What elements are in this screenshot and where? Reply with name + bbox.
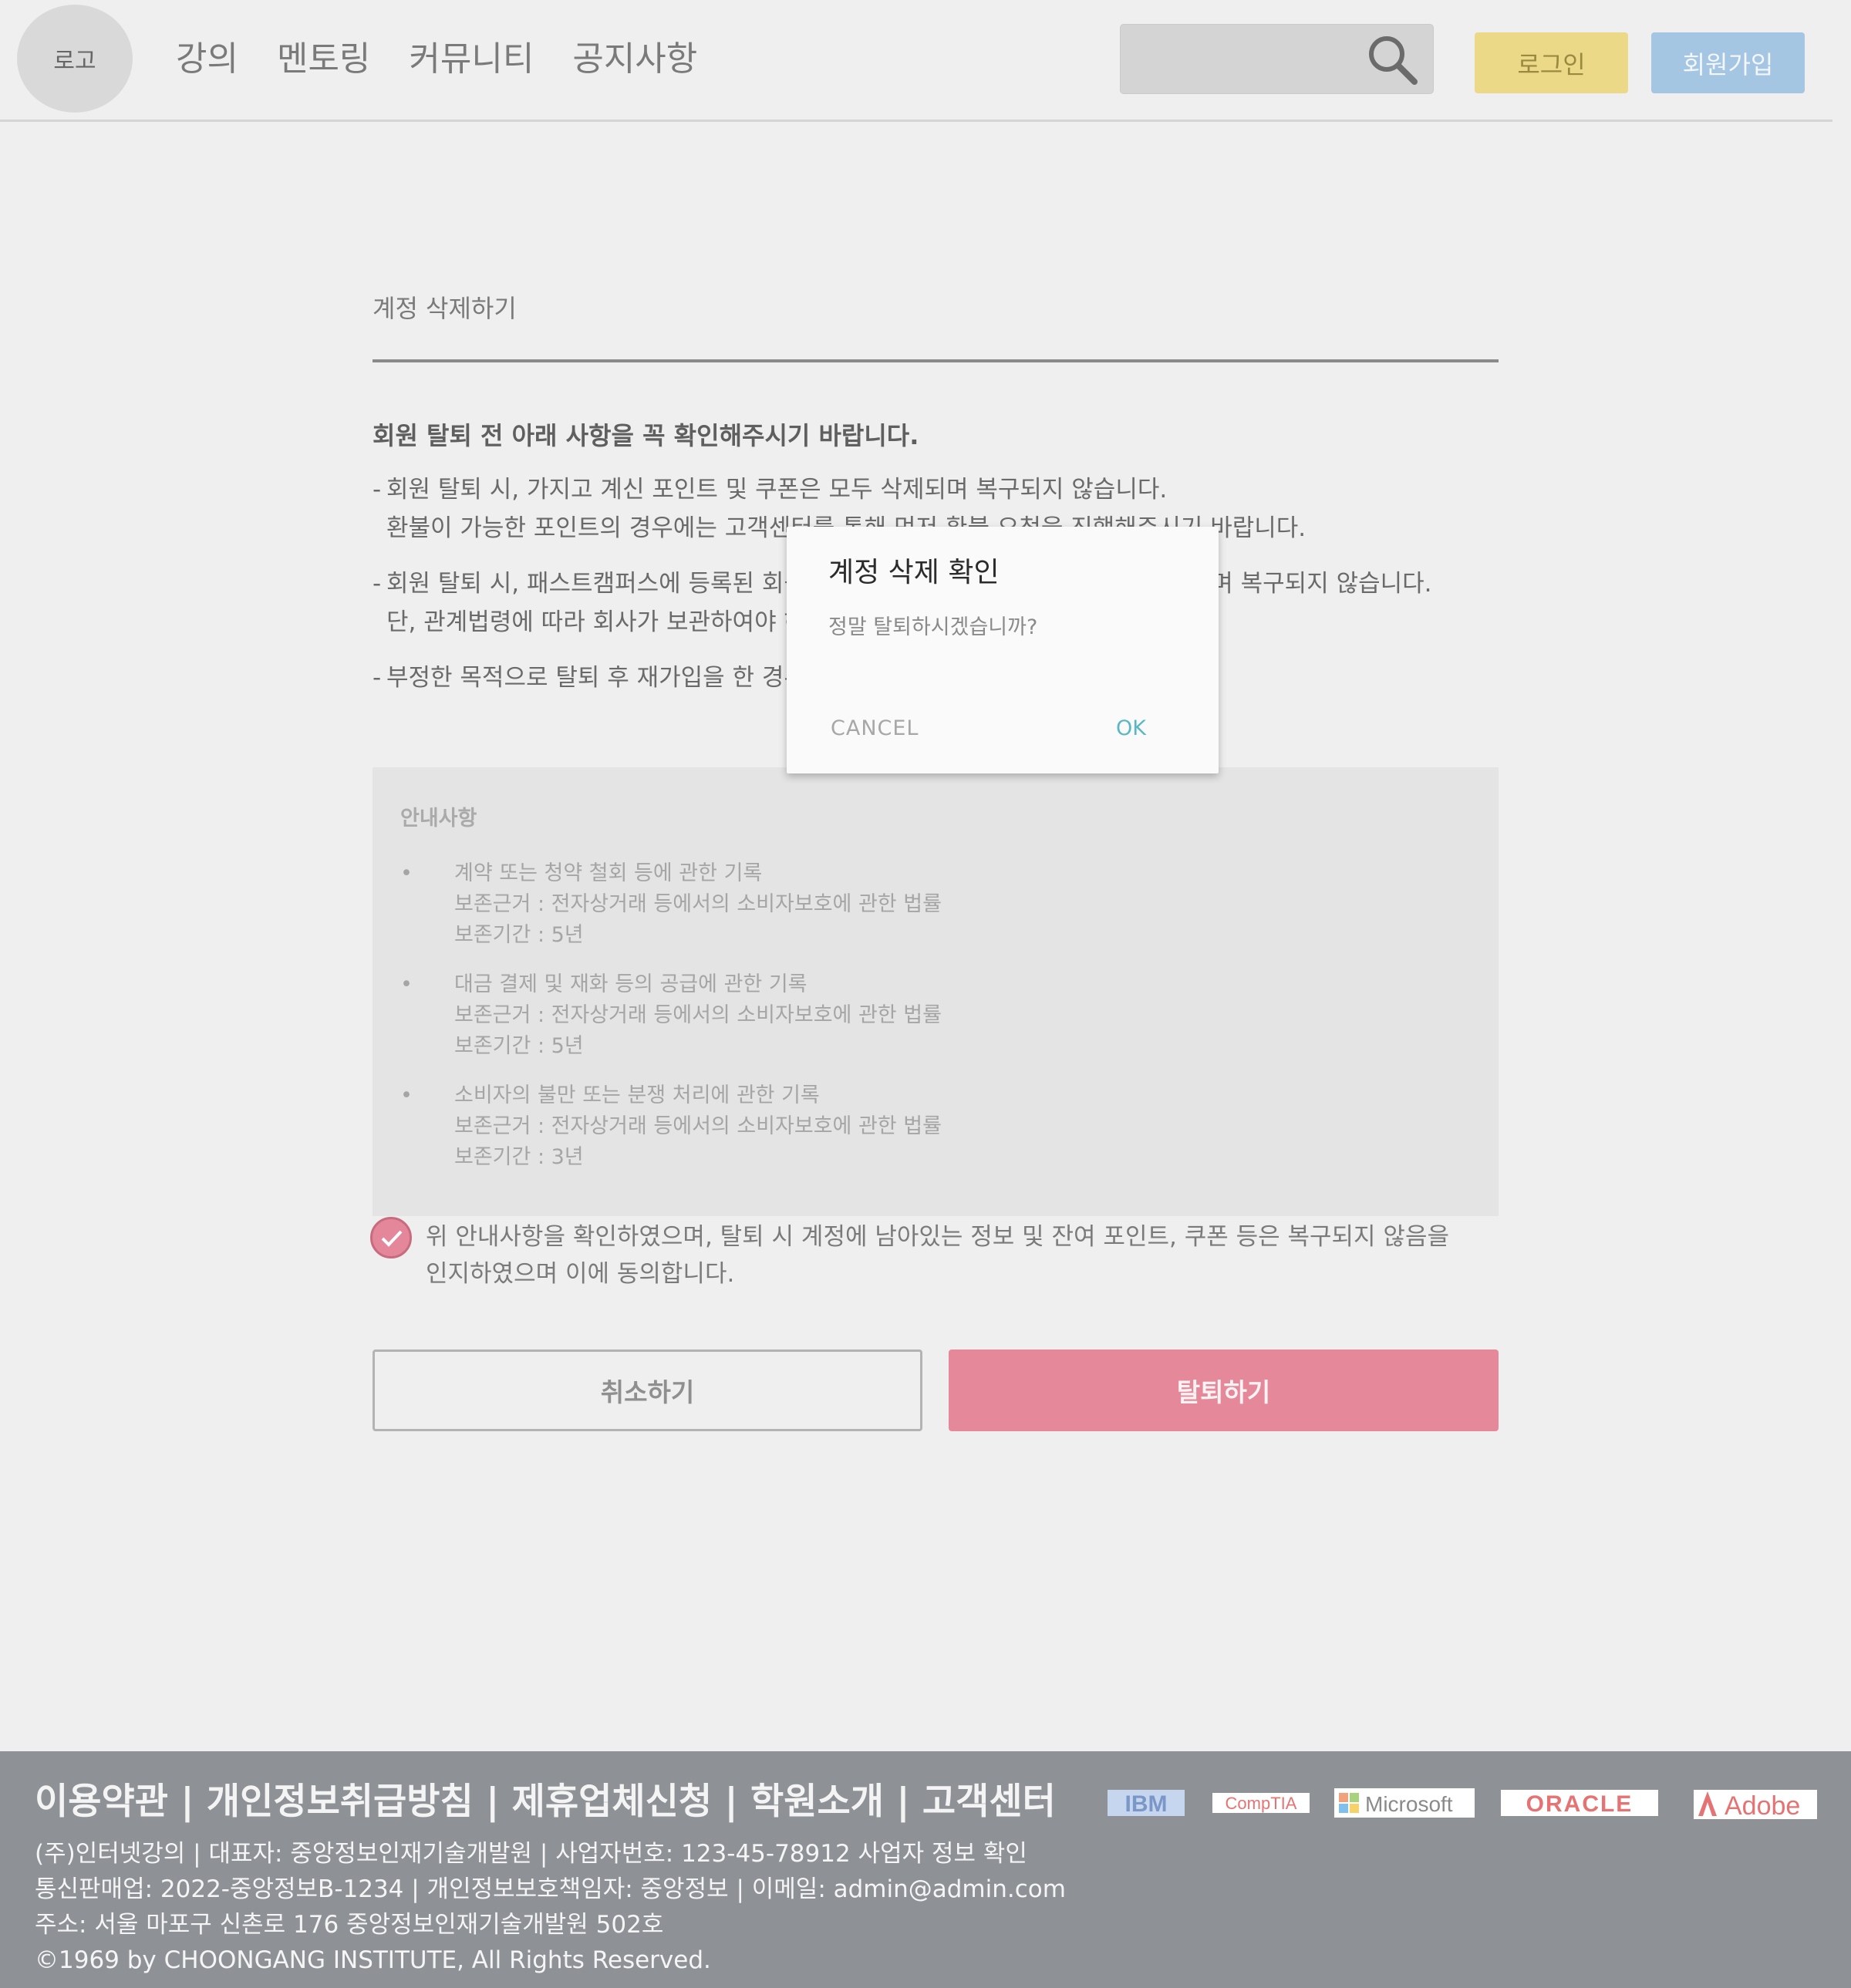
list-item: • 대금 결제 및 재화 등의 공급에 관한 기록 보존근거 : 전자상거래 등… bbox=[400, 969, 942, 1062]
svg-text:Adobe: Adobe bbox=[1725, 1791, 1800, 1821]
site-header: 로고 강의 멘토링 커뮤니티 공지사항 로그인 회원가입 bbox=[0, 0, 1832, 122]
list-item: • 소비자의 불만 또는 분쟁 처리에 관한 기록 보존근거 : 전자상거래 등… bbox=[400, 1080, 942, 1173]
signup-button[interactable]: 회원가입 bbox=[1651, 32, 1805, 93]
svg-text:CompTIA: CompTIA bbox=[1226, 1794, 1297, 1813]
site-footer: 이용약관 | 개인정보취급방침 | 제휴업체신청 | 학원소개 | 고객센터 I… bbox=[0, 1751, 1851, 1988]
info-item-title: 소비자의 불만 또는 분쟁 처리에 관한 기록 bbox=[454, 1083, 820, 1107]
svg-text:ORACLE: ORACLE bbox=[1526, 1791, 1634, 1817]
info-item-period: 보존기간 : 5년 bbox=[454, 1034, 584, 1058]
search-icon[interactable] bbox=[1365, 32, 1419, 86]
title-divider bbox=[373, 359, 1499, 362]
info-item-basis: 보존근거 : 전자상거래 등에서의 소비자보호에 관한 법률 bbox=[454, 1114, 942, 1138]
nav-item-lectures[interactable]: 강의 bbox=[176, 31, 238, 80]
agree-label[interactable]: 위 안내사항을 확인하였으며, 탈퇴 시 계정에 남아있는 정보 및 잔여 포인… bbox=[426, 1218, 1505, 1292]
dialog-title: 계정 삭제 확인 bbox=[828, 557, 1000, 588]
footer-company-info: (주)인터넷강의 | 대표자: 중앙정보인재기술개발원 | 사업자번호: 123… bbox=[35, 1836, 1066, 1978]
info-item-basis: 보존근거 : 전자상거래 등에서의 소비자보호에 관한 법률 bbox=[454, 1003, 942, 1027]
svg-text:Microsoft: Microsoft bbox=[1365, 1792, 1453, 1816]
info-item-period: 보존기간 : 3년 bbox=[454, 1145, 584, 1169]
ibm-logo: IBM bbox=[1108, 1790, 1185, 1817]
info-item-period: 보존기간 : 5년 bbox=[454, 923, 584, 947]
confirm-dialog: 계정 삭제 확인 정말 탈퇴하시겠습니까? CANCEL OK bbox=[787, 527, 1219, 773]
partner-logos: IBM CompTIA Microsoft ORACLE Adobe bbox=[1108, 1785, 1817, 1824]
notice-line: 회원 탈퇴 시, 가지고 계신 포인트 및 쿠폰은 모두 삭제되며 복구되지 않… bbox=[386, 476, 1168, 504]
info-item-basis: 보존근거 : 전자상거래 등에서의 소비자보호에 관한 법률 bbox=[454, 892, 942, 916]
search-input[interactable] bbox=[1120, 24, 1434, 94]
site-logo[interactable]: 로고 bbox=[17, 5, 133, 113]
info-item-title: 계약 또는 청약 철회 등에 관한 기록 bbox=[454, 861, 763, 885]
dialog-message: 정말 탈퇴하시겠습니까? bbox=[828, 615, 1038, 639]
oracle-logo: ORACLE bbox=[1501, 1790, 1658, 1817]
check-icon bbox=[381, 1230, 403, 1247]
dialog-cancel-button[interactable]: CANCEL bbox=[831, 716, 919, 740]
dialog-ok-button[interactable]: OK bbox=[1116, 716, 1146, 740]
main-nav: 강의 멘토링 커뮤니티 공지사항 bbox=[176, 31, 697, 80]
page-title: 계정 삭제하기 bbox=[373, 294, 517, 323]
login-button[interactable]: 로그인 bbox=[1475, 32, 1628, 93]
agree-line: 위 안내사항을 확인하였으며, 탈퇴 시 계정에 남아있는 정보 및 잔여 포인… bbox=[426, 1223, 1449, 1251]
svg-text:IBM: IBM bbox=[1125, 1791, 1168, 1817]
adobe-logo: Adobe bbox=[1694, 1790, 1817, 1821]
footer-line: ©1969 by CHOONGANG INSTITUTE, All Rights… bbox=[35, 1946, 711, 1974]
footer-line: 주소: 서울 마포구 신촌로 176 중앙정보인재기술개발원 502호 bbox=[35, 1911, 664, 1939]
list-item: • 계약 또는 청약 철회 등에 관한 기록 보존근거 : 전자상거래 등에서의… bbox=[400, 858, 942, 951]
microsoft-logo: Microsoft bbox=[1334, 1788, 1475, 1818]
info-title: 안내사항 bbox=[400, 807, 477, 831]
nav-item-notices[interactable]: 공지사항 bbox=[572, 31, 697, 80]
comptia-logo: CompTIA bbox=[1212, 1793, 1310, 1813]
footer-line: 통신판매업: 2022-중앙정보B-1234 | 개인정보보호책임자: 중앙정보… bbox=[35, 1875, 1066, 1903]
footer-links[interactable]: 이용약관 | 개인정보취급방침 | 제휴업체신청 | 학원소개 | 고객센터 bbox=[35, 1771, 1056, 1825]
notice-heading: 회원 탈퇴 전 아래 사항을 꼭 확인해주시기 바랍니다. bbox=[373, 421, 919, 450]
agree-line: 인지하였으며 이에 동의합니다. bbox=[426, 1260, 735, 1288]
cancel-button[interactable]: 취소하기 bbox=[373, 1349, 922, 1431]
footer-line: (주)인터넷강의 | 대표자: 중앙정보인재기술개발원 | 사업자번호: 123… bbox=[35, 1840, 1027, 1868]
nav-item-mentoring[interactable]: 멘토링 bbox=[277, 31, 370, 80]
agree-checkbox[interactable] bbox=[370, 1217, 412, 1259]
info-list: • 계약 또는 청약 철회 등에 관한 기록 보존근거 : 전자상거래 등에서의… bbox=[400, 858, 942, 1191]
withdraw-button[interactable]: 탈퇴하기 bbox=[949, 1349, 1499, 1431]
nav-item-community[interactable]: 커뮤니티 bbox=[409, 31, 534, 80]
info-box: 안내사항 • 계약 또는 청약 철회 등에 관한 기록 보존근거 : 전자상거래… bbox=[373, 767, 1499, 1216]
info-item-title: 대금 결제 및 재화 등의 공급에 관한 기록 bbox=[454, 972, 807, 996]
